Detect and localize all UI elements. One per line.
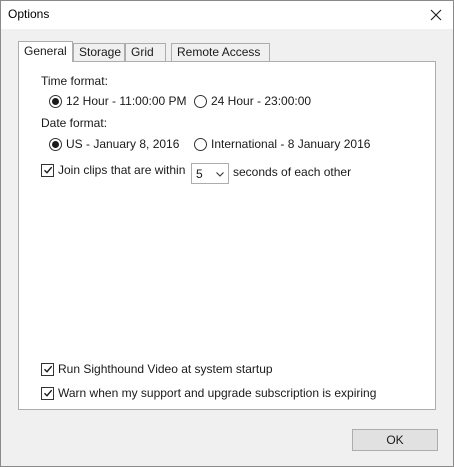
tab-strip: General Storage Grid Remote Access: [18, 41, 438, 62]
checkmark-icon: [43, 389, 52, 397]
tab-storage[interactable]: Storage: [73, 43, 125, 61]
ok-button[interactable]: OK: [352, 429, 438, 451]
date-format-us-label: US - January 8, 2016: [66, 137, 180, 151]
startup-checkbox[interactable]: [41, 362, 54, 376]
tab-remote-access[interactable]: Remote Access: [171, 43, 270, 61]
chevron-down-icon: [216, 172, 224, 177]
radio-button[interactable]: [194, 94, 207, 108]
close-icon: [430, 9, 442, 21]
time-format-24-hour-label: 24 Hour - 23:00:00: [211, 94, 312, 108]
ok-button-label: OK: [386, 433, 404, 447]
seconds-suffix-label: seconds of each other: [233, 165, 352, 179]
time-format-12-hour-radio[interactable]: 12 Hour - 11:00:00 PM: [49, 94, 187, 108]
tab-remote-access-label: Remote Access: [177, 45, 261, 59]
radio-button[interactable]: [194, 137, 207, 151]
title-bar: Options: [1, 1, 453, 29]
tab-grid[interactable]: Grid: [125, 43, 166, 61]
radio-button-selected[interactable]: [49, 94, 62, 108]
date-format-label: Date format:: [41, 116, 108, 130]
warn-expiring-checkbox-row[interactable]: Warn when my support and upgrade subscri…: [41, 386, 376, 400]
general-tab-panel: Time format: 12 Hour - 11:00:00 PM 24 Ho…: [18, 61, 436, 410]
options-dialog: Options General Storage Grid Remote Acce…: [0, 0, 454, 467]
date-format-us-radio[interactable]: US - January 8, 2016: [49, 137, 179, 151]
tab-general[interactable]: General: [18, 41, 73, 62]
time-format-24-hour-radio[interactable]: 24 Hour - 23:00:00: [194, 94, 311, 108]
warn-expiring-label: Warn when my support and upgrade subscri…: [58, 386, 377, 400]
date-format-international-label: International - 8 January 2016: [211, 137, 371, 151]
close-button[interactable]: [425, 4, 447, 26]
checkmark-icon: [43, 365, 52, 373]
time-format-12-hour-label: 12 Hour - 11:00:00 PM: [66, 94, 187, 108]
join-clips-checkbox[interactable]: [41, 163, 54, 177]
window-title: Options: [8, 7, 50, 21]
warn-expiring-checkbox[interactable]: [41, 386, 54, 400]
startup-label: Run Sighthound Video at system startup: [58, 362, 273, 376]
tab-general-label: General: [24, 44, 67, 58]
tab-grid-label: Grid: [131, 45, 154, 59]
time-format-label: Time format:: [41, 74, 108, 88]
checkmark-icon: [43, 166, 52, 174]
tab-storage-label: Storage: [79, 45, 122, 59]
startup-checkbox-row[interactable]: Run Sighthound Video at system startup: [41, 362, 273, 376]
join-clips-checkbox-row[interactable]: Join clips that are within: [41, 163, 185, 177]
join-clips-seconds-value: 5: [196, 166, 203, 181]
radio-button-selected[interactable]: [49, 137, 62, 151]
join-clips-seconds-select[interactable]: 5: [191, 163, 229, 184]
join-clips-label: Join clips that are within: [58, 163, 186, 177]
date-format-international-radio[interactable]: International - 8 January 2016: [194, 137, 370, 151]
